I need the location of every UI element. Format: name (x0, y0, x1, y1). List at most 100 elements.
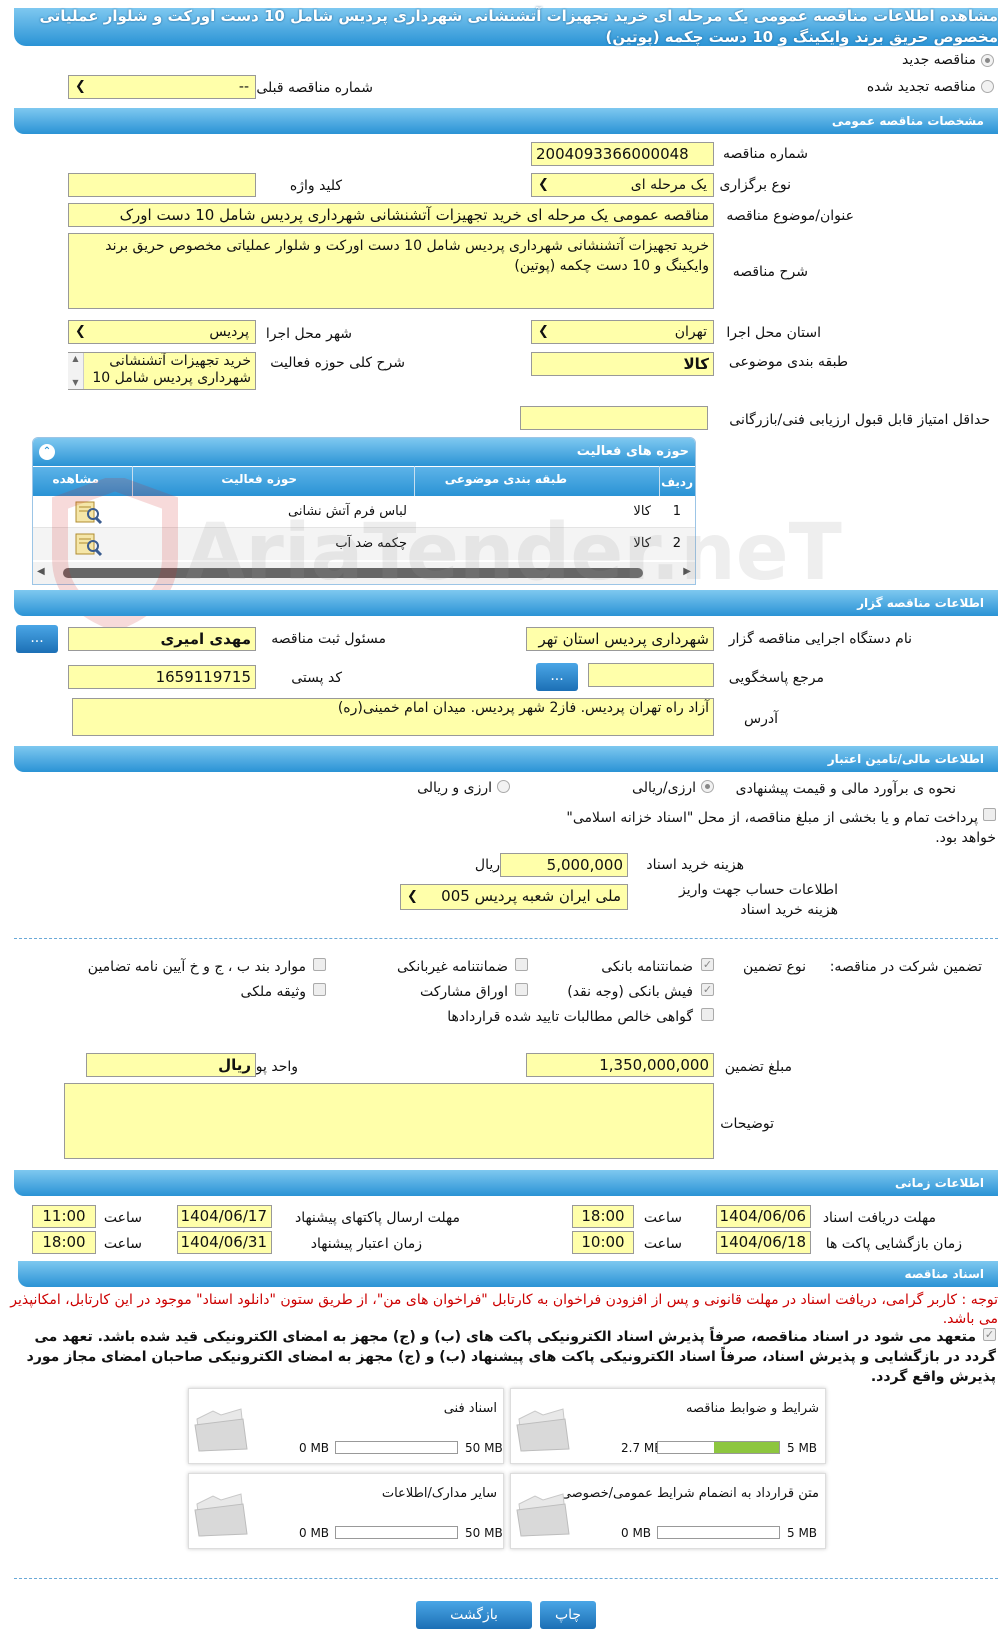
scroll-left-icon[interactable]: ◀ (37, 566, 45, 577)
desc-field[interactable]: خرید تجهیزات آتشنشانی شهرداری پردیس شامل… (68, 233, 714, 309)
org-field[interactable]: شهرداری پردیس استان تهر (526, 627, 714, 651)
bonds-checkbox[interactable] (515, 983, 528, 996)
chevron-down-icon: ❯ (407, 889, 418, 904)
city-label: شهر محل اجرا (265, 326, 352, 342)
file-title: متن قرارداد به انضمام شرایط عمومی/خصوصی (560, 1486, 819, 1501)
address-field[interactable]: آزاد راه تهران پردیس. فاز2 شهر پردیس. می… (72, 698, 714, 736)
notes-label: توضیحات (720, 1116, 774, 1132)
file-size: 0 MB (299, 1526, 330, 1540)
file-max: 5 MB (787, 1526, 818, 1540)
doc-receive-time[interactable]: 18:00 (572, 1205, 634, 1228)
validity-label: زمان اعتبار پیشنهاد (310, 1236, 422, 1252)
city-select[interactable]: پردیس ❯ (68, 320, 256, 344)
time-label: ساعت (643, 1210, 682, 1226)
documents-section-header: اسناد مناقصه (18, 1261, 998, 1287)
file-size-bar (335, 1526, 458, 1539)
file-title: اسناد فنی (443, 1401, 497, 1416)
ref-field[interactable] (588, 663, 714, 687)
print-button[interactable]: چاپ (540, 1601, 596, 1629)
notes-field[interactable] (64, 1083, 714, 1159)
watermark-text: AriaTender.neT (185, 508, 842, 598)
time-label: ساعت (643, 1236, 682, 1252)
new-tender-label: مناقصه جدید (901, 52, 976, 68)
category-field[interactable]: کالا (531, 352, 714, 376)
property-label: وثیقه ملکی (240, 984, 306, 1000)
chevron-down-icon: ❯ (75, 79, 86, 94)
amount-field[interactable]: 1,350,000,000 (526, 1053, 714, 1077)
property-checkbox[interactable] (313, 983, 326, 996)
min-score-field[interactable] (520, 406, 708, 430)
file-box-technical[interactable]: اسناد فنی 0 MB 50 MB (188, 1388, 504, 1464)
file-title: سایر مدارک/اطلاعات (381, 1486, 497, 1501)
treasury-text: پرداخت تمام و یا بخشی از مبلغ مناقصه، از… (566, 810, 996, 846)
doc-receive-label: مهلت دریافت اسناد (822, 1210, 936, 1226)
cash-label: فیش بانکی (وجه نقد) (567, 984, 693, 1000)
timing-section-header: اطلاعات زمانی (14, 1170, 998, 1196)
select-responsible-button[interactable]: ... (16, 625, 58, 653)
bank-guarantee-checkbox[interactable]: ✓ (701, 958, 714, 971)
doc-cost-field[interactable]: 5,000,000 (500, 853, 628, 877)
subject-field[interactable]: مناقصه عمومی یک مرحله ای خرید تجهیزات آت… (68, 203, 714, 227)
province-label: استان محل اجرا (726, 325, 821, 341)
org-label: نام دستگاه اجرایی مناقصه گزار (728, 631, 912, 647)
address-label: آدرس (744, 711, 778, 727)
renewed-tender-label: مناقصه تجدید شده (866, 79, 976, 95)
scope-label: شرح کلی حوزه فعالیت (270, 355, 405, 371)
file-size-bar (335, 1441, 458, 1454)
file-max: 5 MB (787, 1441, 818, 1455)
prev-number-select[interactable]: -- ❯ (68, 75, 256, 99)
currency-and-rial-radio[interactable] (497, 780, 510, 793)
rial-currency-radio[interactable] (701, 780, 714, 793)
currency-field[interactable]: ریال (86, 1053, 256, 1077)
scope-scrollbar[interactable]: ▲ ▼ (68, 353, 84, 389)
file-box-other[interactable]: سایر مدارک/اطلاعات 0 MB 50 MB (188, 1473, 504, 1549)
nonbank-guarantee-checkbox[interactable] (515, 958, 528, 971)
new-tender-radio[interactable] (981, 54, 994, 67)
postal-field[interactable]: 1659119715 (68, 665, 256, 689)
validity-time[interactable]: 18:00 (32, 1231, 96, 1254)
chevron-down-icon: ❯ (538, 177, 549, 192)
postal-label: کد پستی (291, 670, 342, 686)
file-box-terms[interactable]: شرایط و ضوابط مناقصه 2.7 MB 5 MB (510, 1388, 826, 1464)
bonds-label: اوراق مشارکت (419, 984, 508, 1000)
category-label: طبقه بندی موضوعی (728, 354, 848, 370)
guarantee-type-label: نوع تضمین (743, 959, 806, 975)
send-date[interactable]: 1404/06/17 (177, 1205, 272, 1228)
type-select[interactable]: یک مرحله ای ❯ (531, 173, 714, 197)
open-date[interactable]: 1404/06/18 (716, 1231, 811, 1254)
items-checkbox[interactable] (313, 958, 326, 971)
province-select[interactable]: تهران ❯ (531, 320, 714, 344)
chevron-down-icon: ❯ (75, 324, 86, 339)
back-button[interactable]: بازگشت (416, 1601, 532, 1629)
responsible-field[interactable]: مهدی امیری (68, 627, 256, 651)
renewed-tender-radio[interactable] (981, 80, 994, 93)
activity-grid-title: حوزه های فعالیت (576, 444, 689, 459)
chevron-down-icon: ❯ (538, 324, 549, 339)
doc-receive-date[interactable]: 1404/06/06 (716, 1205, 811, 1228)
file-box-contract[interactable]: متن قرارداد به انضمام شرایط عمومی/خصوصی … (510, 1473, 826, 1549)
folder-icon (194, 1408, 248, 1452)
general-section-header: مشخصات مناقصه عمومی (14, 108, 998, 134)
account-label: اطلاعات حساب جهت واریز هزینه خرید اسناد (678, 882, 838, 918)
folder-icon (516, 1408, 570, 1452)
open-time[interactable]: 10:00 (572, 1231, 634, 1254)
file-max: 50 MB (465, 1526, 503, 1540)
file-size-bar-fill (713, 1442, 779, 1453)
file-size-bar (657, 1526, 780, 1539)
select-ref-button[interactable]: ... (536, 663, 578, 691)
validity-date[interactable]: 1404/06/31 (177, 1231, 272, 1254)
time-label: ساعت (103, 1210, 142, 1226)
subject-label: عنوان/موضوع مناقصه (726, 208, 854, 224)
number-field[interactable]: 2004093366000048 (531, 142, 714, 166)
folder-icon (194, 1493, 248, 1537)
doc-cost-unit: ریال (474, 857, 500, 873)
file-title: شرایط و ضوابط مناقصه (686, 1401, 819, 1416)
send-time[interactable]: 11:00 (32, 1205, 96, 1228)
scope-field[interactable]: خرید تجهیزات آتشنشانی شهرداری پردیس شامل… (68, 352, 256, 390)
receivables-checkbox[interactable] (701, 1008, 714, 1021)
account-select[interactable]: ملی ایران شعبه پردیس 005 ❯ (400, 884, 628, 910)
cash-checkbox[interactable]: ✓ (701, 983, 714, 996)
documents-note: توجه : کاربر گرامی، دریافت اسناد در مهلت… (10, 1292, 998, 1327)
collapse-icon[interactable]: ⌃ (39, 444, 55, 460)
keyword-field[interactable] (68, 173, 256, 197)
